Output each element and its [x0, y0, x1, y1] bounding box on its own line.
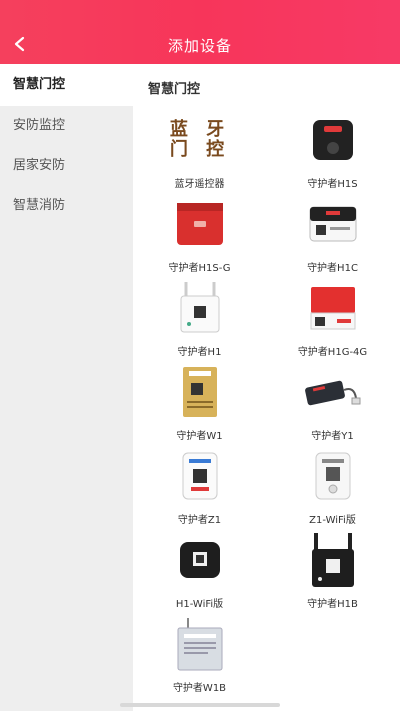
device-label: 守护者H1G-4G — [297, 347, 368, 358]
device-tile-bluetooth-remote[interactable]: 蓝 牙 门 控 蓝牙遥控器 — [133, 110, 266, 194]
device-image — [169, 530, 231, 590]
device-tile-h1[interactable]: 守护者H1 — [133, 278, 266, 362]
app-header: 添加设备 — [0, 0, 400, 64]
h1s-g-device-icon — [177, 203, 223, 245]
device-label: 守护者W1B — [172, 683, 227, 694]
device-tile-w1b[interactable]: 守护者W1B — [133, 614, 266, 698]
device-image — [302, 278, 364, 338]
device-image — [169, 278, 231, 338]
device-label: 守护者H1S-G — [168, 263, 231, 274]
device-image — [302, 194, 364, 254]
device-label: 守护者W1 — [176, 431, 223, 442]
device-label: 守护者Z1 — [177, 515, 222, 526]
device-tile-h1c[interactable]: 守护者H1C — [266, 194, 399, 278]
device-label: 守护者Y1 — [311, 431, 354, 442]
device-tile-h1-wifi[interactable]: H1-WiFi版 — [133, 530, 266, 614]
device-label: 守护者H1S — [307, 179, 358, 190]
device-label: 守护者H1 — [177, 347, 222, 358]
device-image — [169, 194, 231, 254]
h1b-device-icon — [312, 533, 354, 587]
w1b-device-icon — [177, 618, 223, 671]
device-tile-h1b[interactable]: 守护者H1B — [266, 530, 399, 614]
sidebar-item-smart-door[interactable]: 智慧门控 — [0, 64, 133, 106]
device-label: 守护者H1C — [307, 263, 358, 274]
home-indicator — [120, 703, 280, 707]
page-title: 添加设备 — [167, 37, 232, 55]
w1-device-icon — [183, 367, 217, 417]
device-image — [169, 446, 231, 506]
device-tile-h1s[interactable]: 守护者H1S — [266, 110, 399, 194]
device-image — [302, 530, 364, 590]
device-tile-h1g-4g[interactable]: 守护者H1G-4G — [266, 278, 399, 362]
z1-wifi-device-icon — [315, 452, 351, 500]
device-image: 蓝 牙 门 控 — [169, 110, 231, 170]
device-label: H1-WiFi版 — [175, 599, 224, 610]
device-tile-y1[interactable]: 守护者Y1 — [266, 362, 399, 446]
y1-device-icon — [305, 380, 361, 406]
sidebar-item-security-monitoring[interactable]: 安防监控 — [0, 106, 133, 146]
h1-wifi-device-icon — [180, 542, 220, 578]
device-tile-z1[interactable]: 守护者Z1 — [133, 446, 266, 530]
section-title: 智慧门控 — [148, 82, 201, 97]
device-tile-w1[interactable]: 守护者W1 — [133, 362, 266, 446]
sidebar-item-smart-fire[interactable]: 智慧消防 — [0, 186, 133, 226]
device-image — [169, 362, 231, 422]
device-label: Z1-WiFi版 — [309, 515, 356, 526]
device-image — [302, 446, 364, 506]
device-tile-z1-wifi[interactable]: Z1-WiFi版 — [266, 446, 399, 530]
category-sidebar: 智慧门控 安防监控 居家安防 智慧消防 — [0, 64, 133, 711]
bluetooth-door-logo: 蓝 牙 门 控 — [169, 119, 231, 160]
device-image — [302, 110, 364, 170]
h1-device-icon — [180, 282, 220, 333]
device-tile-h1s-g[interactable]: 守护者H1S-G — [133, 194, 266, 278]
h1c-device-icon — [309, 206, 357, 242]
h1s-device-icon — [313, 120, 353, 160]
device-panel: 智慧门控 蓝 牙 门 控 蓝牙遥控器 守护者H1S 守护者H1S-G 守护者H1… — [133, 64, 400, 711]
device-image — [302, 362, 364, 422]
z1-device-icon — [182, 452, 218, 500]
device-grid: 蓝 牙 门 控 蓝牙遥控器 守护者H1S 守护者H1S-G 守护者H1C 守护者… — [133, 110, 400, 698]
sidebar-item-home-security[interactable]: 居家安防 — [0, 146, 133, 186]
device-image — [169, 614, 231, 674]
device-label: 守护者H1B — [307, 599, 358, 610]
device-label: 蓝牙遥控器 — [174, 179, 225, 190]
h1g-4g-device-icon — [310, 287, 356, 330]
